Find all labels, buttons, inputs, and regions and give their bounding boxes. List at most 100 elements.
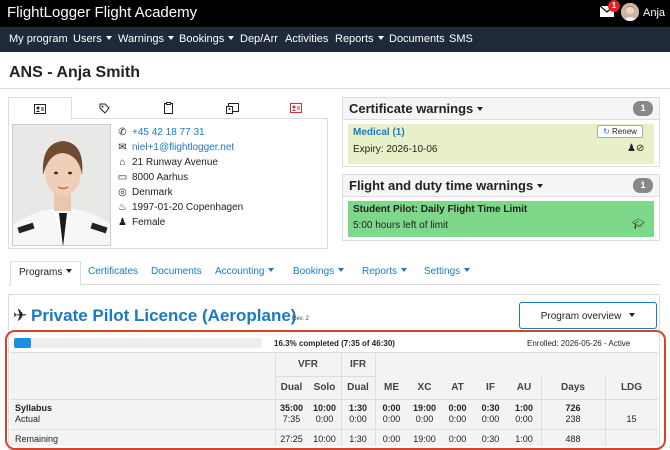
caret-down-icon [477,107,484,111]
caret-down-icon [268,268,275,272]
caret-down-icon [66,269,73,273]
user-avatar[interactable] [621,3,639,21]
nav-label: SMS [449,33,473,45]
phone-value[interactable]: +45 42 18 77 31 [132,127,205,138]
nav-my-program[interactable]: My program [9,33,68,45]
profile-photo [12,124,111,246]
program-overview-button[interactable]: Program overview [519,302,657,329]
tab-label: Settings [424,266,461,277]
home-icon: ⌂ [119,157,126,168]
nav-bookings[interactable]: Bookings [179,33,235,45]
nav-activities[interactable]: Activities [285,33,328,45]
panel-title[interactable]: Flight and duty time warnings [349,178,544,193]
tab-tags[interactable] [72,97,136,119]
nav-dep-arr[interactable]: Dep/Arr [240,33,278,45]
caret-down-icon [105,36,112,40]
divider [0,88,670,89]
caret-down-icon [168,36,175,40]
tab-reports[interactable]: Reports [362,266,408,277]
nav-users[interactable]: Users [73,33,112,45]
nav-warnings[interactable]: Warnings [118,33,175,45]
globe-icon: ◎ [118,187,127,198]
warning-count-badge: 1 [633,101,653,116]
mailbox-icon: ▭ [117,172,128,183]
address-value: 21 Runway Avenue [132,157,218,168]
person-icon: ♟ [118,217,127,228]
gender-value: Female [132,217,166,228]
nav-label: Users [73,33,102,45]
tab-programs[interactable]: Programs [10,261,82,286]
main-nav: My program Users Warnings Bookings Dep/A… [0,27,670,52]
caret-down-icon [228,36,235,40]
nav-sms[interactable]: SMS [449,33,473,45]
birth-value: 1997-01-20 Copenhagen [132,202,244,213]
panel-title-text: Certificate warnings [349,101,474,116]
panel-title[interactable]: Certificate warnings [349,101,484,116]
renew-label: Renew [612,127,637,136]
tab-label: Bookings [293,266,335,277]
profile-country: ◎ Denmark [117,187,172,198]
nav-label: Warnings [118,33,165,45]
page-title: ANS - Anja Smith [9,64,140,81]
warning-item-text: 5:00 hours left of limit [353,220,449,231]
nav-label: Bookings [179,33,225,45]
profile-birth: ♨ 1997-01-20 Copenhagen [117,202,243,213]
tab-bookings[interactable]: Bookings [293,266,345,277]
nav-documents[interactable]: Documents [389,33,445,45]
duty-warnings-panel: Flight and duty time warnings 1 Student … [342,174,660,241]
tab-label: Documents [151,266,202,277]
profile-phone[interactable]: ✆ +45 42 18 77 31 [117,127,205,138]
notification-badge[interactable]: 1 [608,0,620,12]
panel-header[interactable]: Flight and duty time warnings 1 [343,175,659,197]
tab-id-badge[interactable] [200,97,264,119]
student-pilot-icon: 🎓︎ [632,219,645,230]
program-title[interactable]: Private Pilot Licence (Aeroplane) [31,306,296,326]
tab-accounting[interactable]: Accounting [215,266,275,277]
envelope-outline-icon: ✉ [118,142,127,153]
refresh-icon: ↻ [603,127,610,136]
button-label: Program overview [540,311,622,322]
email-value[interactable]: niel+1@flightlogger.net [132,142,234,153]
caret-down-icon [464,268,471,272]
tab-settings[interactable]: Settings [424,266,471,277]
program-revision: Rev. 2 [292,316,309,322]
user-name[interactable]: Anja [643,7,665,19]
caret-down-icon [401,268,408,272]
birthday-cake-icon: ♨ [118,202,127,213]
top-bar: FlightLogger Flight Academy 1 Anja [0,0,670,27]
id-badge-icon [225,103,239,114]
highlight-outline [5,330,666,450]
warning-item-title[interactable]: Medical (1) [353,127,405,138]
nav-label: My program [9,33,68,45]
tab-clipboard[interactable] [136,97,200,119]
tab-label: Certificates [88,266,139,277]
nav-label: Documents [389,33,445,45]
profile-gender: ♟ Female [117,217,165,228]
profile-city: ▭ 8000 Aarhus [117,172,188,183]
certificate-warning-item: Medical (1) ↻ Renew Expiry: 2026-10-06 ♟… [348,124,654,164]
renew-button[interactable]: ↻ Renew [597,125,643,138]
tab-label: Accounting [215,266,265,277]
caret-down-icon [377,36,384,40]
app-title[interactable]: FlightLogger Flight Academy [7,4,197,21]
tab-id-card[interactable] [8,97,72,120]
city-value: 8000 Aarhus [132,172,189,183]
profile-tabs [8,97,328,120]
warning-item-title: Student Pilot: Daily Flight Time Limit [353,204,528,215]
id-card-icon [34,104,46,114]
tab-documents[interactable]: Documents [151,266,202,277]
person-ban-icon: ♟⊘ [627,143,645,154]
duty-warning-item: Student Pilot: Daily Flight Time Limit 5… [348,201,654,237]
caret-down-icon [537,184,544,188]
tab-certificates[interactable]: Certificates [88,266,138,277]
nav-reports[interactable]: Reports [335,33,384,45]
tab-label: Reports [362,266,398,277]
caret-down-icon [338,268,345,272]
profile-email[interactable]: ✉ niel+1@flightlogger.net [117,142,234,153]
warning-item-expiry: Expiry: 2026-10-06 [353,144,438,155]
panel-header[interactable]: Certificate warnings 1 [343,98,659,120]
id-card-red-icon [290,103,302,113]
tab-warnings-card[interactable] [264,97,328,119]
nav-label: Reports [335,33,374,45]
warning-count-badge: 1 [633,178,653,193]
